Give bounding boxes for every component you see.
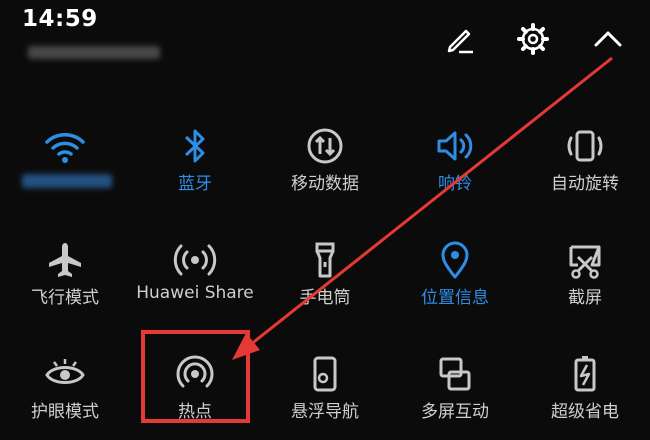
auto-rotate-icon (561, 122, 609, 170)
airplane-icon (41, 236, 89, 284)
tile-multi-screen[interactable]: 多屏互动 (390, 330, 520, 440)
tile-label: 截屏 (568, 288, 602, 308)
tile-screenshot[interactable]: 截屏 (520, 216, 650, 326)
tile-mobile-data[interactable]: 移动数据 (260, 102, 390, 212)
highlight-box (141, 330, 250, 423)
tile-wifi[interactable] (0, 102, 130, 212)
status-text-blurred (28, 46, 160, 59)
mobile-data-icon (301, 122, 349, 170)
tile-bluetooth[interactable]: 蓝牙 (130, 102, 260, 212)
tile-huawei-share[interactable]: Huawei Share (130, 216, 260, 326)
bluetooth-icon (171, 122, 219, 170)
gear-icon[interactable] (516, 22, 550, 56)
tile-label: 响铃 (438, 174, 472, 194)
tile-label: 手电筒 (299, 288, 351, 308)
tile-label: 护眼模式 (31, 402, 99, 422)
status-time: 14:59 (22, 6, 98, 32)
location-icon (431, 236, 479, 284)
chevron-up-icon[interactable] (591, 22, 625, 56)
tile-ringer[interactable]: 响铃 (390, 102, 520, 212)
tile-flashlight[interactable]: 手电筒 (260, 216, 390, 326)
tile-label: 飞行模式 (31, 288, 99, 308)
tile-floating-nav[interactable]: 悬浮导航 (260, 330, 390, 440)
battery-saver-icon (561, 350, 609, 398)
multi-screen-icon (431, 350, 479, 398)
tile-airplane-mode[interactable]: 飞行模式 (0, 216, 130, 326)
flashlight-icon (301, 236, 349, 284)
wifi-name-blurred (22, 174, 112, 188)
huawei-share-icon (171, 236, 219, 284)
tile-auto-rotate[interactable]: 自动旋转 (520, 102, 650, 212)
tile-label: 位置信息 (421, 288, 489, 308)
tile-label: Huawei Share (136, 283, 254, 303)
pencil-icon[interactable] (441, 22, 475, 56)
tile-label: 蓝牙 (178, 174, 212, 194)
wifi-icon (41, 122, 89, 170)
eye-comfort-icon (41, 350, 89, 398)
tile-label: 超级省电 (551, 402, 619, 422)
tile-battery-saver[interactable]: 超级省电 (520, 330, 650, 440)
tile-eye-comfort[interactable]: 护眼模式 (0, 330, 130, 440)
tile-label: 移动数据 (291, 174, 359, 194)
tile-location[interactable]: 位置信息 (390, 216, 520, 326)
floating-nav-icon (301, 350, 349, 398)
tile-label: 自动旋转 (551, 174, 619, 194)
screenshot-icon (561, 236, 609, 284)
speaker-icon (431, 122, 479, 170)
tile-label: 多屏互动 (421, 402, 489, 422)
tile-label: 悬浮导航 (291, 402, 359, 422)
